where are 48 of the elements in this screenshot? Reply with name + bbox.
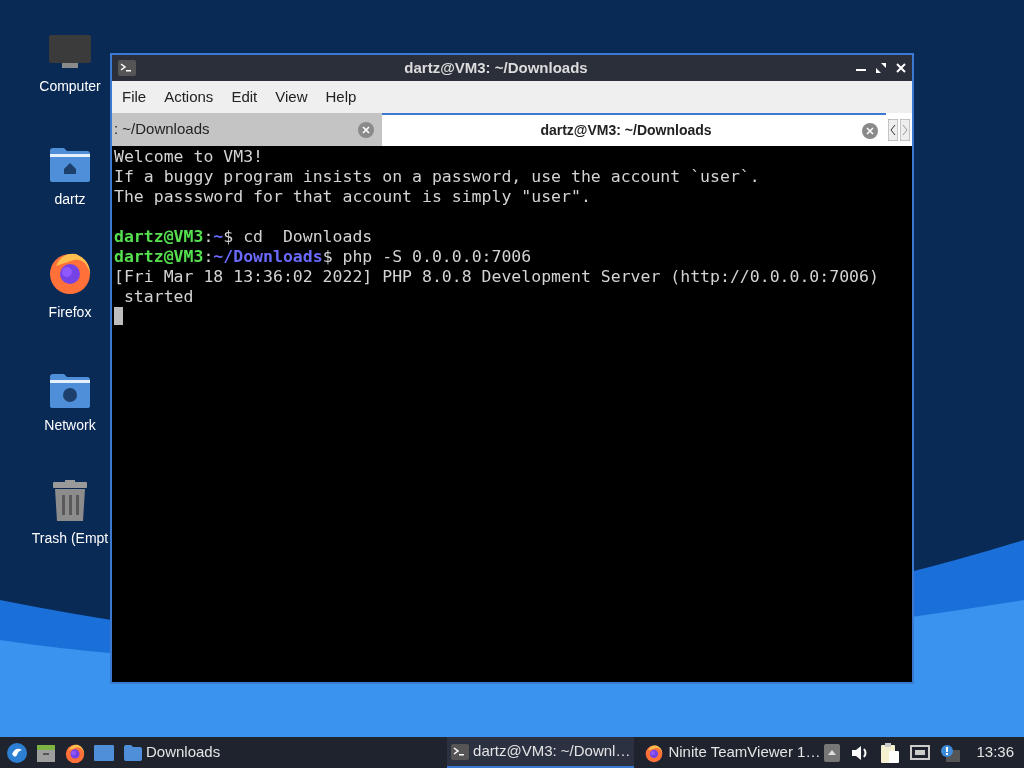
tab-label: : ~/Downloads xyxy=(114,119,211,140)
window-title: dartz@VM3: ~/Downloads xyxy=(403,57,589,78)
cursor xyxy=(114,307,123,325)
menu-item[interactable]: View xyxy=(269,85,314,109)
close-tab-icon[interactable] xyxy=(358,121,374,138)
terminal-line: The passsword for that account is simply "user". xyxy=(114,187,591,207)
terminal-line: If a buggy program insists on a password, use the account `user`. xyxy=(114,167,760,187)
trash-icon[interactable] xyxy=(52,480,88,522)
close-icon[interactable] xyxy=(896,63,906,73)
arrow-up-icon[interactable] xyxy=(824,743,841,762)
folder-icon xyxy=(124,744,142,761)
firefox-icon[interactable] xyxy=(644,742,665,763)
terminal-output[interactable] xyxy=(112,146,912,682)
desktop-icon-label[interactable]: Computer xyxy=(39,76,101,97)
menu-item[interactable]: Help xyxy=(319,85,363,109)
terminal-line: started xyxy=(122,287,194,307)
terminal-line: dartz@VM3:~$ cd Downloads xyxy=(114,227,373,247)
desktop-icon-label[interactable]: Network xyxy=(44,415,96,436)
terminal-line: dartz@VM3:~/Downloads$ php -S 0.0.0.0:7006 xyxy=(114,247,532,267)
taskbar-button[interactable]: Ninite TeamViewer 1… xyxy=(640,737,825,768)
menu-item[interactable]: File xyxy=(116,85,153,109)
menu-item[interactable]: Actions xyxy=(158,85,220,109)
network-icon[interactable] xyxy=(910,743,931,762)
terminal-line: Welcome to VM3! xyxy=(114,147,263,167)
file-cabinet-icon[interactable] xyxy=(36,742,56,763)
home-folder-icon[interactable] xyxy=(49,147,91,183)
menu-item[interactable]: Edit xyxy=(225,85,264,109)
maximize-icon[interactable] xyxy=(876,63,886,73)
terminal-line: [Fri Mar 18 13:36:02 2022] PHP 8.0.8 Development Server (http://0.0.0.0:7006) xyxy=(114,267,879,287)
terminal-icon xyxy=(451,743,470,760)
app-menu-icon[interactable] xyxy=(6,741,28,764)
monitor-icon[interactable] xyxy=(48,34,92,70)
desktop-icon-label[interactable]: dartz xyxy=(54,189,86,210)
notification-icon[interactable] xyxy=(940,743,961,762)
taskbar-button[interactable]: Downloads xyxy=(120,737,288,768)
taskbar-button[interactable]: dartz@VM3: ~/Downl… xyxy=(447,737,635,768)
terminal-icon xyxy=(118,60,136,76)
desktop-icon[interactable] xyxy=(94,743,114,762)
tab[interactable]: : ~/Downloads xyxy=(112,113,382,146)
clipboard-icon[interactable] xyxy=(880,741,901,764)
desktop-icon-label[interactable]: Firefox xyxy=(48,302,92,323)
desktop-icon-label[interactable]: Trash (Empt xyxy=(31,528,109,549)
network-folder-icon[interactable] xyxy=(49,373,91,409)
clock[interactable]: 13:36 xyxy=(976,741,1014,764)
tab-label: dartz@VM3: ~/Downloads xyxy=(539,121,713,140)
chevron-left-icon[interactable] xyxy=(888,118,898,141)
tab[interactable]: dartz@VM3: ~/Downloads xyxy=(382,113,886,146)
close-tab-icon[interactable] xyxy=(862,122,878,139)
